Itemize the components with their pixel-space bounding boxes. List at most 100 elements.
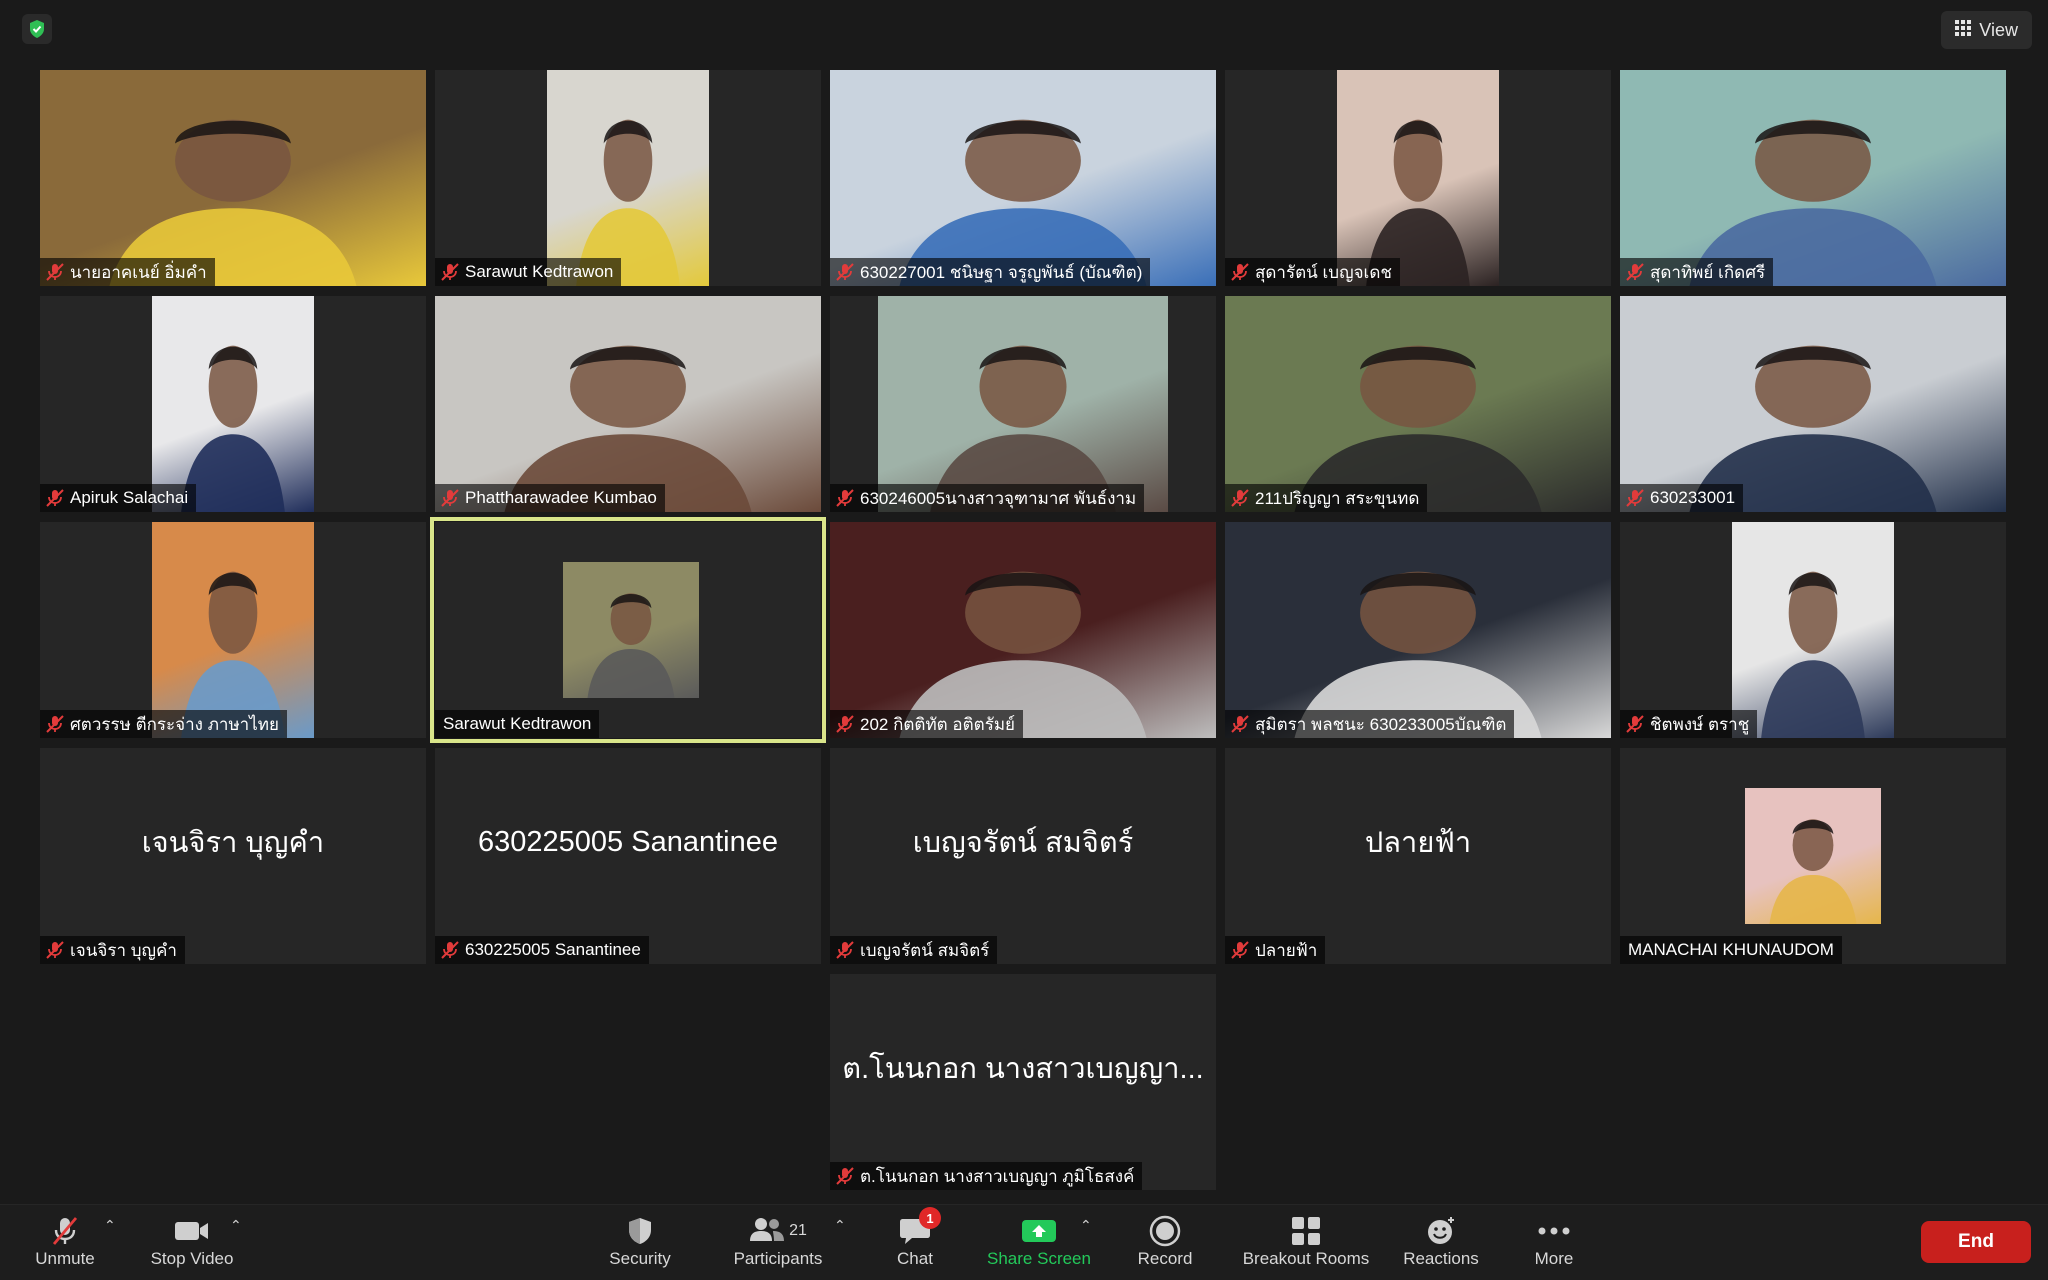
participant-tile[interactable]: 630225005 Sanantinee 630225005 Sanantinee	[435, 748, 821, 964]
participants-icon	[749, 1215, 785, 1248]
breakout-rooms-label: Breakout Rooms	[1242, 1249, 1370, 1268]
unmute-label: Unmute	[35, 1249, 95, 1268]
participant-video	[1225, 522, 1611, 738]
participant-video	[152, 522, 314, 738]
participant-tile[interactable]: 630246005นางสาวจุฑามาศ พันธ์งาม	[830, 296, 1216, 512]
view-button[interactable]: View	[1941, 11, 2032, 49]
muted-mic-icon	[1624, 261, 1646, 283]
participant-name: ชิตพงษ์ ตราชู	[1650, 714, 1750, 734]
participant-video	[40, 70, 426, 286]
participant-grid: นายอาคเนย์ อิ่มคำ Sarawut Kedtrawon 630227…	[40, 70, 2008, 1190]
unmute-button[interactable]: Unmute	[30, 1213, 100, 1277]
chat-button[interactable]: 1 Chat	[880, 1207, 950, 1277]
muted-mic-icon	[834, 713, 856, 735]
participant-video	[830, 70, 1216, 286]
participant-video	[1732, 522, 1894, 738]
participant-name-tag: Phattharawadee Kumbao	[435, 484, 665, 512]
participants-icon-wrap: 21	[749, 1213, 807, 1249]
participant-video	[152, 296, 314, 512]
participant-tile[interactable]: Sarawut Kedtrawon	[435, 70, 821, 286]
participant-name-tag: 630227001 ชนิษฐา จรูญพันธ์ (บัณฑิต)	[830, 258, 1151, 286]
participant-tile[interactable]: Phattharawadee Kumbao	[435, 296, 821, 512]
security-button[interactable]: Security	[600, 1213, 680, 1277]
top-bar: View	[0, 0, 2048, 60]
participant-tile[interactable]: MANACHAI KHUNAUDOM	[1620, 748, 2006, 964]
share-screen-label: Share Screen	[987, 1249, 1091, 1268]
participant-tile[interactable]: ศตวรรษ ตีกระจ่าง ภาษาไทย	[40, 522, 426, 738]
participant-name-tag: ปลายฟ้า	[1225, 936, 1326, 964]
participant-name-tag: เบญจรัตน์ สมจิตร์	[830, 936, 998, 964]
participant-name: Phattharawadee Kumbao	[465, 488, 657, 507]
participant-name-tag: สุมิตรา พลชนะ 630233005บัณฑิต	[1225, 710, 1515, 738]
stop-video-button[interactable]: Stop Video	[144, 1213, 240, 1277]
muted-mic-icon	[44, 713, 66, 735]
share-screen-arrow-icon	[1021, 1213, 1057, 1249]
participant-tile[interactable]: 630233001	[1620, 296, 2006, 512]
participant-name: ศตวรรษ ตีกระจ่าง ภาษาไทย	[70, 714, 279, 734]
end-label: End	[1958, 1231, 1994, 1252]
participant-video	[547, 70, 709, 286]
participant-name-tag: Sarawut Kedtrawon	[435, 258, 622, 286]
muted-microphone-icon	[48, 1213, 82, 1249]
participant-name: 630227001 ชนิษฐา จรูญพันธ์ (บัณฑิต)	[860, 262, 1143, 282]
participant-video	[1620, 296, 2006, 512]
participant-tile[interactable]: สุมิตรา พลชนะ 630233005บัณฑิต	[1225, 522, 1611, 738]
end-meeting-button[interactable]: End	[1921, 1221, 2031, 1263]
share-options-caret-icon[interactable]: ⌃	[1080, 1217, 1092, 1234]
participant-tile[interactable]: 202 กิตติทัต อติตรัมย์	[830, 522, 1216, 738]
participant-name: 211ปริญญา สระขุนทด	[1255, 488, 1420, 508]
muted-mic-icon	[834, 261, 856, 283]
participant-video	[435, 296, 821, 512]
participants-options-caret-icon[interactable]: ⌃	[834, 1217, 846, 1234]
muted-mic-icon	[834, 1165, 856, 1187]
participant-display-name: 630225005 Sanantinee	[478, 825, 778, 858]
video-options-caret-icon[interactable]: ⌃	[230, 1217, 242, 1234]
participants-button[interactable]: 21 Participants	[726, 1213, 830, 1277]
participant-tile[interactable]: ปลายฟ้า ปลายฟ้า	[1225, 748, 1611, 964]
participant-tile[interactable]: ต.โนนกอก นางสาวเบญญา... ต.โนนกอก นางสาวเบ…	[830, 974, 1216, 1190]
participant-name: เบญจรัตน์ สมจิตร์	[860, 940, 990, 960]
participant-name: 630233001	[1650, 488, 1736, 507]
participant-video	[1620, 70, 2006, 286]
record-button[interactable]: Record	[1130, 1213, 1200, 1277]
participant-video	[1225, 296, 1611, 512]
participant-tile[interactable]: เบญจรัตน์ สมจิตร์ เบญจรัตน์ สมจิตร์	[830, 748, 1216, 964]
participant-name: 202 กิตติทัต อติตรัมย์	[860, 714, 1016, 734]
more-button[interactable]: More	[1518, 1213, 1590, 1277]
participant-tile[interactable]: 630227001 ชนิษฐา จรูญพันธ์ (บัณฑิต)	[830, 70, 1216, 286]
meeting-toolbar: Unmute ⌃ Stop Video ⌃ Security 21 Partic…	[0, 1204, 2048, 1280]
encryption-shield-icon[interactable]	[22, 14, 52, 44]
participant-tile[interactable]: สุดาทิพย์ เกิดศรี	[1620, 70, 2006, 286]
participant-name-tag: 211ปริญญา สระขุนทด	[1225, 484, 1428, 512]
reactions-button[interactable]: Reactions	[1396, 1213, 1486, 1277]
participant-tile[interactable]: 211ปริญญา สระขุนทด	[1225, 296, 1611, 512]
muted-mic-icon	[1229, 939, 1251, 961]
muted-mic-icon	[439, 487, 461, 509]
participant-tile[interactable]: Sarawut Kedtrawon	[430, 517, 826, 743]
participant-name: สุมิตรา พลชนะ 630233005บัณฑิต	[1255, 714, 1507, 734]
participant-name: เจนจิรา บุญคำ	[70, 940, 177, 960]
participant-tile[interactable]: เจนจิรา บุญคำ เจนจิรา บุญคำ	[40, 748, 426, 964]
participant-video	[1337, 70, 1499, 286]
video-camera-icon	[173, 1213, 211, 1249]
participant-name-tag: ชิตพงษ์ ตราชู	[1620, 710, 1758, 738]
breakout-rooms-button[interactable]: Breakout Rooms	[1234, 1213, 1378, 1277]
participant-video	[1745, 788, 1881, 924]
participant-tile[interactable]: สุดารัตน์ เบญจเดช	[1225, 70, 1611, 286]
participant-tile[interactable]: Apiruk Salachai	[40, 296, 426, 512]
participant-tile[interactable]: นายอาคเนย์ อิ่มคำ	[40, 70, 426, 286]
participant-name-tag: ศตวรรษ ตีกระจ่าง ภาษาไทย	[40, 710, 287, 738]
stop-video-label: Stop Video	[150, 1249, 234, 1268]
participant-display-name: เจนจิรา บุญคำ	[141, 827, 325, 859]
chat-unread-badge: 1	[919, 1207, 941, 1229]
participant-name-tag: ต.โนนกอก นางสาวเบญญา ภูมิโธสงค์	[830, 1162, 1143, 1190]
audio-options-caret-icon[interactable]: ⌃	[104, 1217, 116, 1234]
reactions-smiley-icon	[1425, 1213, 1457, 1249]
participant-display-name: ต.โนนกอก นางสาวเบญญา...	[842, 1053, 1204, 1085]
participant-name-tag: เจนจิรา บุญคำ	[40, 936, 185, 964]
participant-name: Apiruk Salachai	[70, 488, 189, 507]
participant-tile[interactable]: ชิตพงษ์ ตราชู	[1620, 522, 2006, 738]
participant-name: ต.โนนกอก นางสาวเบญญา ภูมิโธสงค์	[860, 1166, 1135, 1186]
participant-name-tag: 630233001	[1620, 484, 1744, 512]
muted-mic-icon	[439, 939, 461, 961]
